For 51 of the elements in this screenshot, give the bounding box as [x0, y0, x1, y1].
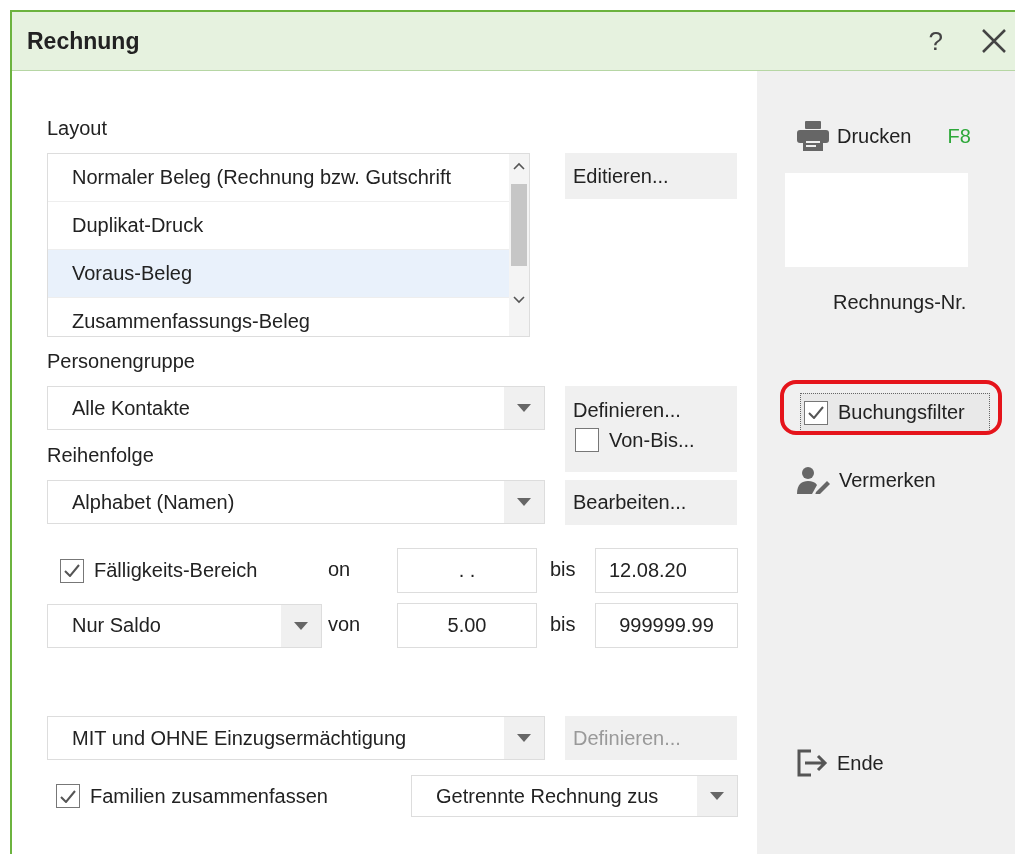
person-pen-icon: [797, 466, 831, 494]
scrollbar[interactable]: [509, 154, 529, 336]
edit-button[interactable]: Editieren...: [565, 153, 737, 199]
checkbox[interactable]: [56, 784, 80, 808]
checkbox-label[interactable]: Von-Bis...: [609, 428, 695, 452]
input-field[interactable]: 12.08.20: [595, 548, 738, 593]
range-label: bis: [549, 612, 577, 636]
dropdown[interactable]: Alphabet (Namen): [47, 480, 545, 524]
window-title: Rechnung: [27, 27, 141, 55]
checkbox[interactable]: [575, 428, 599, 452]
invoice-number-label: Rechnungs-Nr.: [833, 290, 968, 315]
dropdown[interactable]: Alle Kontakte: [47, 386, 545, 430]
dropdown[interactable]: Getrennte Rechnung zus: [411, 775, 738, 817]
close-button[interactable]: [981, 28, 1007, 54]
help-button[interactable]: ?: [928, 25, 943, 57]
list-item[interactable]: Normaler Beleg (Rechnung bzw. Gutschrift: [48, 154, 509, 202]
input-field[interactable]: 999999.99: [595, 603, 738, 648]
print-button[interactable]: Drucken: [797, 121, 912, 151]
scroll-down-icon: [513, 296, 525, 304]
range-label: on: [327, 557, 352, 581]
shortcut-key: F8: [947, 124, 971, 148]
checkbox-label[interactable]: Familien zusammenfassen: [90, 784, 328, 808]
edit-button[interactable]: Bearbeiten...: [565, 480, 737, 525]
checkbox[interactable]: [804, 400, 828, 425]
field-label: Personengruppe: [47, 349, 196, 374]
range-label: von: [327, 612, 362, 636]
end-button[interactable]: Ende: [797, 749, 1015, 777]
check-icon: [808, 406, 824, 419]
dropdown[interactable]: MIT und OHNE Einzugsermächtigung: [47, 716, 545, 760]
scroll-up-icon: [513, 162, 525, 170]
field-label: Reihenfolge: [47, 443, 155, 468]
field-label: Layout: [47, 116, 109, 141]
notes-button[interactable]: Vermerken: [797, 466, 1015, 494]
caret-icon: [517, 498, 531, 506]
input-field[interactable]: 5.00: [397, 603, 537, 648]
caret-icon: [517, 734, 531, 742]
input-field[interactable]: . .: [397, 548, 537, 593]
list-item[interactable]: Voraus-Beleg: [48, 250, 509, 298]
caret-icon: [710, 792, 724, 800]
caret-icon: [294, 621, 308, 630]
printer-icon: [797, 121, 829, 151]
caret-icon: [517, 404, 531, 412]
range-label: bis: [549, 557, 577, 581]
checkbox[interactable]: [60, 558, 84, 583]
close-icon: [981, 28, 1007, 54]
check-icon: [60, 789, 76, 803]
define-button[interactable]: Definieren...: [573, 396, 745, 424]
check-icon: [64, 564, 80, 577]
checkbox-label[interactable]: Fälligkeits-Bereich: [94, 559, 258, 582]
exit-icon: [797, 749, 829, 777]
dropdown[interactable]: Nur Saldo: [47, 603, 322, 648]
